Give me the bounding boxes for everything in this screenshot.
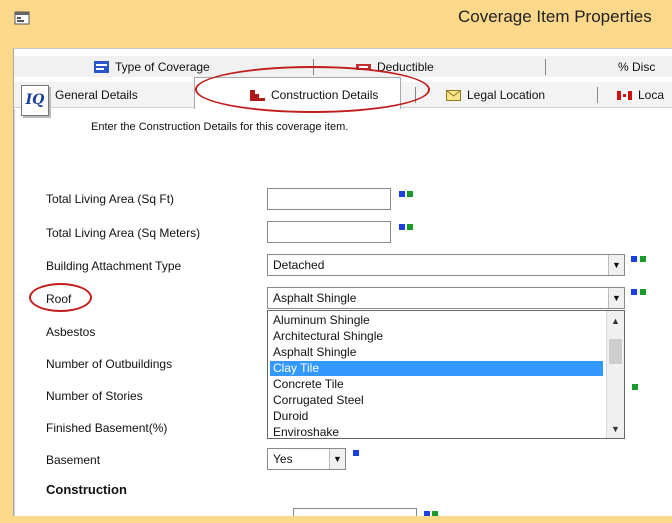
roof-value: Asphalt Shingle — [273, 291, 357, 305]
green-marker-icon — [407, 191, 413, 197]
chevron-down-icon[interactable]: ▼ — [329, 449, 345, 469]
basement-select[interactable]: Yes ▼ — [267, 448, 346, 470]
tab-construction-details-label: Construction Details — [271, 88, 379, 102]
deductible-icon — [356, 64, 371, 70]
blue-marker-icon — [353, 450, 359, 456]
window-title: Coverage Item Properties — [458, 7, 652, 26]
blue-marker-icon — [399, 191, 405, 197]
tab-location-label: Loca — [638, 88, 665, 102]
label-finished-basement: Finished Basement(%) — [46, 421, 168, 435]
tab-separator — [597, 87, 598, 103]
label-number-of-outbuildings: Number of Outbuildings — [46, 357, 173, 371]
chevron-down-icon[interactable]: ▼ — [608, 288, 624, 308]
label-total-living-area-sqm: Total Living Area (Sq Meters) — [46, 226, 201, 240]
tab-legal-location-label: Legal Location — [467, 88, 546, 102]
tab-construction-details-inner: Construction Details — [250, 85, 378, 105]
roof-option-duroid[interactable]: Duroid — [270, 409, 603, 424]
tab-separator — [415, 87, 416, 103]
properties-icon[interactable] — [14, 10, 30, 25]
window-frame-bottom — [0, 516, 672, 523]
section-construction-title: Construction — [46, 482, 127, 497]
tab-legal-location[interactable]: Legal Location — [446, 85, 545, 105]
tab-type-of-coverage-label: Type of Coverage — [115, 60, 210, 74]
tab-location[interactable]: Loca — [617, 85, 664, 105]
chevron-down-icon[interactable]: ▼ — [608, 255, 624, 275]
label-number-of-stories: Number of Stories — [46, 389, 143, 403]
roof-dropdown-list[interactable]: Aluminum Shingle Architectural Shingle A… — [267, 310, 625, 439]
label-building-attachment-type: Building Attachment Type — [46, 259, 182, 273]
title-bar: Coverage Item Properties — [0, 0, 672, 36]
blue-marker-icon — [399, 224, 405, 230]
tab-deductible[interactable]: Deductible — [356, 57, 434, 77]
green-marker-icon — [407, 224, 413, 230]
roof-option-enviroshake[interactable]: Enviroshake — [270, 425, 603, 438]
intro-text: Enter the Construction Details for this … — [91, 121, 349, 133]
tab-general-details[interactable]: General Details — [35, 85, 138, 105]
roof-option-aluminum-shingle[interactable]: Aluminum Shingle — [270, 313, 603, 328]
green-marker-icon — [640, 256, 646, 262]
tab-construction-details[interactable]: Construction Details — [194, 77, 401, 109]
flag-icon — [617, 90, 632, 100]
roof-option-concrete-tile[interactable]: Concrete Tile — [270, 377, 603, 392]
blue-marker-icon — [631, 289, 637, 295]
roof-option-asphalt-shingle[interactable]: Asphalt Shingle — [270, 345, 603, 360]
scroll-up-icon[interactable]: ▲ — [607, 313, 624, 329]
tab-discounts[interactable]: % Disc — [618, 57, 655, 77]
scroll-down-icon[interactable]: ▼ — [607, 421, 624, 437]
tab-deductible-label: Deductible — [377, 60, 434, 74]
tab-type-of-coverage[interactable]: Type of Coverage — [94, 57, 210, 77]
scrollbar-thumb[interactable] — [609, 339, 622, 364]
blue-marker-icon — [631, 256, 637, 262]
building-attachment-type-value: Detached — [273, 258, 325, 272]
green-marker-icon — [632, 384, 638, 390]
tab-separator — [313, 59, 314, 75]
label-total-living-area-sqft: Total Living Area (Sq Ft) — [46, 192, 175, 206]
building-attachment-type-select[interactable]: Detached ▼ — [267, 254, 625, 276]
envelope-icon — [446, 89, 461, 101]
tab-row-top: Type of Coverage Deductible % Disc — [14, 56, 672, 77]
tab-separator — [545, 59, 546, 75]
roof-option-corrugated-steel[interactable]: Corrugated Steel — [270, 393, 603, 408]
building-icon — [250, 90, 265, 101]
total-living-area-sqft-input[interactable] — [267, 188, 391, 210]
basement-value: Yes — [273, 452, 293, 466]
iq-logo-icon: IQ — [21, 85, 49, 116]
green-marker-icon — [640, 289, 646, 295]
label-roof: Roof — [46, 292, 72, 306]
tab-discounts-label: % Disc — [618, 60, 656, 74]
coverage-icon — [94, 61, 109, 73]
roof-select[interactable]: Asphalt Shingle ▼ — [267, 287, 625, 309]
roof-option-architectural-shingle[interactable]: Architectural Shingle — [270, 329, 603, 344]
dropdown-scrollbar[interactable]: ▲ ▼ — [606, 311, 624, 438]
tab-general-details-label: General Details — [55, 88, 138, 102]
total-living-area-sqm-input[interactable] — [267, 221, 391, 243]
label-asbestos: Asbestos — [46, 325, 96, 339]
label-basement: Basement — [46, 453, 101, 467]
roof-option-clay-tile[interactable]: Clay Tile — [270, 361, 603, 376]
